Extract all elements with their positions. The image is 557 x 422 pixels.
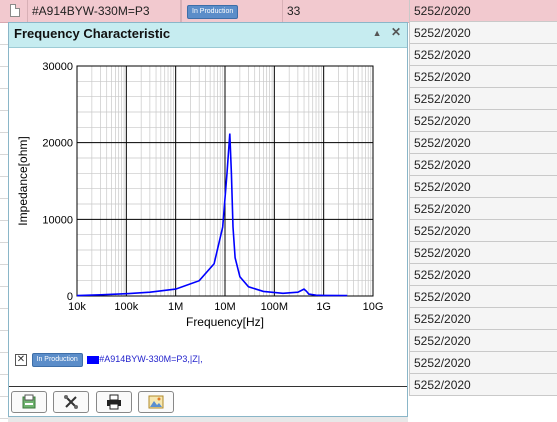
x-tick-label: 1G [316, 301, 331, 313]
impedance-chart: 10k 100k 1M 10M 100M 1G 10G0100002000030000Fre… [16, 61, 384, 329]
row-gutter [0, 22, 8, 422]
image-icon [148, 395, 164, 409]
tools-icon [64, 395, 78, 409]
series-checkbox[interactable]: ✕ [15, 353, 27, 366]
print-icon [107, 394, 121, 410]
status-badge: In Production [187, 5, 239, 19]
chart-legend: ✕ In Production #A914BYW-330M=P3,|Z|, [15, 352, 203, 367]
date-cell[interactable]: 5252/2020 [409, 110, 557, 132]
date-cell[interactable]: 5252/2020 [409, 330, 557, 352]
y-tick-label: 30000 [42, 61, 73, 73]
date-cell[interactable]: 5252/2020 [409, 0, 557, 22]
date-cell[interactable]: 5252/2020 [409, 308, 557, 330]
x-tick-label: 100k [114, 301, 138, 313]
date-cell[interactable]: 5252/2020 [409, 132, 557, 154]
x-tick-label: 100M [261, 301, 289, 313]
date-cell[interactable]: 5252/2020 [409, 44, 557, 66]
y-tick-label: 0 [67, 291, 73, 303]
y-axis-label: Impedance[ohm] [16, 136, 30, 225]
date-cell[interactable]: 5252/2020 [409, 374, 557, 396]
date-cell[interactable]: 5252/2020 [409, 220, 557, 242]
x-axis-label: Frequency[Hz] [186, 315, 264, 329]
date-cell[interactable]: 5252/2020 [409, 242, 557, 264]
x-tick-label: 10G [363, 301, 384, 313]
image-button[interactable] [138, 391, 174, 413]
collapse-icon[interactable]: ▲ [373, 28, 382, 38]
legend-status-badge: In Production [31, 352, 83, 367]
close-icon[interactable]: ✕ [391, 25, 401, 39]
print-button[interactable] [96, 391, 132, 413]
date-cell[interactable]: 5252/2020 [409, 154, 557, 176]
series-color-swatch [87, 355, 100, 364]
date-cell[interactable]: 5252/2020 [409, 66, 557, 88]
quantity-cell[interactable]: 33 [283, 0, 413, 22]
date-cell[interactable]: 5252/2020 [409, 198, 557, 220]
y-tick-label: 10000 [42, 214, 73, 226]
date-cell[interactable]: 5252/2020 [409, 286, 557, 308]
dialog-titlebar[interactable]: Frequency Characteristic ▲ ✕ [9, 23, 407, 48]
date-cell[interactable]: 5252/2020 [409, 22, 557, 44]
bottom-scroll-area [8, 417, 408, 422]
date-cell[interactable]: 5252/2020 [409, 88, 557, 110]
frequency-characteristic-dialog: Frequency Characteristic ▲ ✕ 10k 100k 1M 10… [8, 22, 408, 417]
export-icon [22, 394, 36, 409]
x-tick-label: 1M [168, 301, 183, 313]
tools-button[interactable] [53, 391, 89, 413]
date-cell[interactable]: 5252/2020 [409, 352, 557, 374]
dialog-title: Frequency Characteristic [14, 26, 171, 41]
date-cell[interactable]: 5252/2020 [409, 264, 557, 286]
y-tick-label: 20000 [42, 138, 73, 150]
divider [9, 386, 407, 387]
date-column: 5252/2020 5252/2020 5252/2020 5252/2020 5252… [409, 0, 557, 422]
x-tick-label: 10M [214, 301, 235, 313]
legend-series-label: #A914BYW-330M=P3,|Z|, [99, 354, 203, 364]
export-button[interactable] [11, 391, 47, 413]
part-number-cell[interactable]: #A914BYW-330M=P3 [28, 0, 181, 22]
date-cell[interactable]: 5252/2020 [409, 176, 557, 198]
